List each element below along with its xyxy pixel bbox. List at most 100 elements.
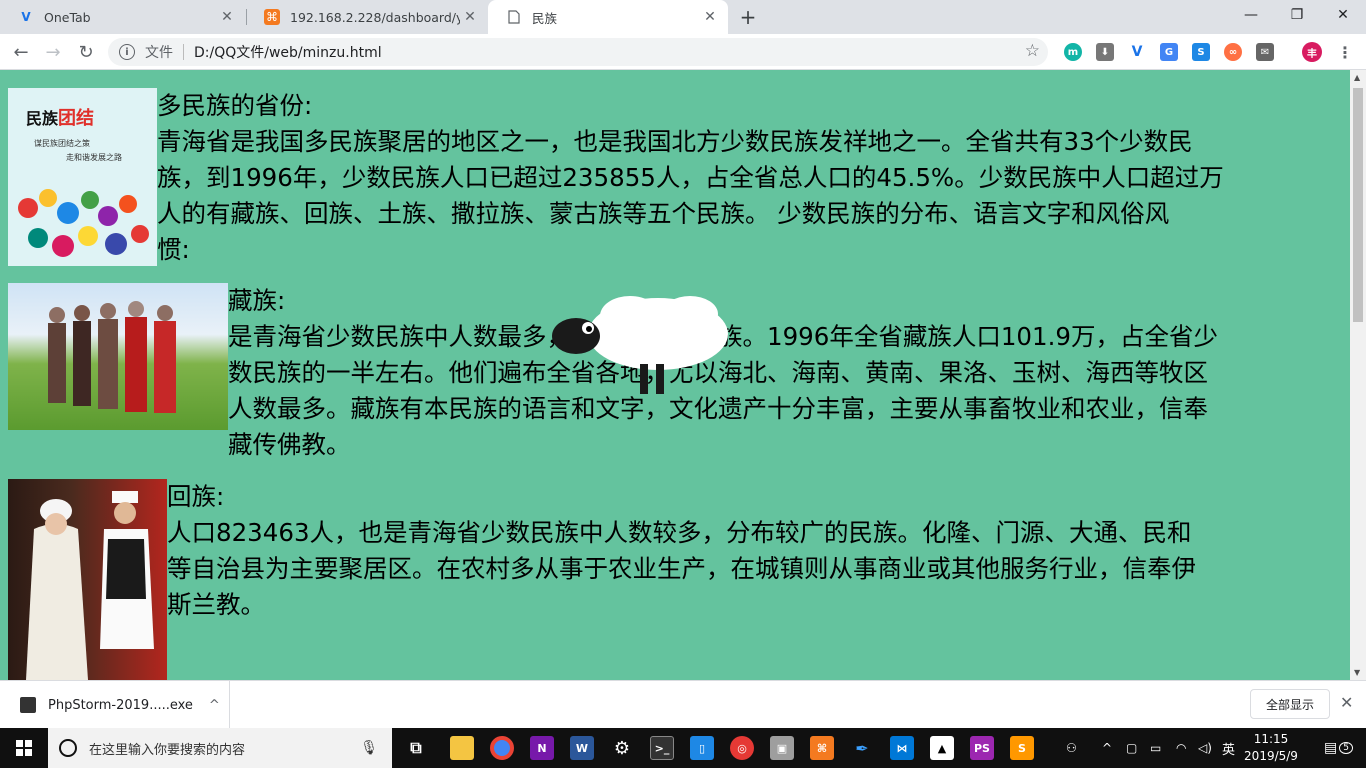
close-icon[interactable]: ✕ bbox=[217, 9, 237, 25]
tab-title: 192.168.2.228/dashboard/yan_ bbox=[290, 9, 460, 25]
page-scrollbar[interactable]: ▲ ▼ bbox=[1350, 70, 1366, 680]
taskbar-search[interactable]: 在这里输入你要搜索的内容 🎙 bbox=[48, 728, 392, 768]
xampp-taskbar-icon[interactable]: ⌘ bbox=[810, 736, 834, 760]
close-icon[interactable]: ✕ bbox=[460, 9, 480, 25]
task-view-icon[interactable]: ⧉ bbox=[404, 736, 428, 760]
poster-title: 民族 bbox=[26, 109, 59, 128]
sheep-overlay-image bbox=[552, 296, 728, 394]
scroll-down-icon[interactable]: ▼ bbox=[1354, 668, 1360, 677]
search-placeholder: 在这里输入你要搜索的内容 bbox=[89, 742, 246, 758]
body-line: 等自治县为主要聚居区。在农村多从事于农业生产，在城镇则从事商业或其他服务行业，信… bbox=[167, 554, 1196, 583]
body-line: 人的有藏族、回族、土族、撒拉族、蒙古族等五个民族。 少数民族的分布、语言文字和风… bbox=[157, 199, 1170, 228]
file-explorer-icon[interactable] bbox=[450, 736, 474, 760]
poster-title-red: 团结 bbox=[58, 108, 95, 129]
menu-icon[interactable]: ⋮ bbox=[1336, 43, 1354, 62]
new-tab-button[interactable]: + bbox=[737, 5, 759, 29]
maximize-button[interactable]: ❐ bbox=[1274, 0, 1320, 30]
profile-avatar[interactable]: 丰 bbox=[1302, 42, 1322, 62]
scroll-up-icon[interactable]: ▲ bbox=[1354, 73, 1360, 82]
cortana-icon bbox=[59, 739, 77, 757]
loop-extension-icon[interactable]: ∞ bbox=[1224, 43, 1242, 61]
body-line: 惯: bbox=[157, 235, 190, 264]
chrome-icon[interactable] bbox=[490, 736, 514, 760]
show-all-button[interactable]: 全部显示 bbox=[1250, 689, 1330, 719]
tab-dashboard[interactable]: ⌘ 192.168.2.228/dashboard/yan_ ✕ bbox=[246, 0, 488, 34]
body-line: 族，到1996年，少数民族人口已超过235855人，占全省总人口的45.5%。少… bbox=[157, 163, 1224, 192]
volume-icon[interactable]: ◁) bbox=[1198, 728, 1212, 768]
onetab-extension-icon[interactable]: V bbox=[1128, 43, 1146, 61]
url-text[interactable]: D:/QQ文件/web/minzu.html bbox=[194, 42, 382, 62]
chevron-up-icon[interactable]: ^ bbox=[209, 698, 220, 713]
forward-button[interactable]: → bbox=[41, 40, 65, 64]
clock-time: 11:15 bbox=[1253, 732, 1289, 746]
close-icon[interactable]: ✕ bbox=[700, 9, 720, 25]
scroll-thumb[interactable] bbox=[1353, 88, 1363, 322]
word-icon[interactable]: W bbox=[570, 736, 594, 760]
body-line: 人口823463人，也是青海省少数民族中人数较多，分布较广的民族。化隆、门源、大… bbox=[167, 518, 1192, 547]
body-line: 青海省是我国多民族聚居的地区之一，也是我国北方少数民族发祥地之一。全省共有33个… bbox=[157, 127, 1193, 156]
tab-minzu[interactable]: 民族 ✕ bbox=[488, 0, 728, 34]
window-close-button[interactable]: ✕ bbox=[1320, 0, 1366, 30]
onenote-icon[interactable]: N bbox=[530, 736, 554, 760]
notification-count: 5 bbox=[1339, 742, 1353, 754]
translate-extension-icon[interactable]: G bbox=[1160, 43, 1178, 61]
notification-center-icon[interactable]: ▤ 5 bbox=[1324, 728, 1353, 768]
netease-music-icon[interactable]: ◎ bbox=[730, 736, 754, 760]
xampp-icon: ⌘ bbox=[264, 9, 280, 25]
battery-icon[interactable]: ▭ bbox=[1150, 728, 1161, 768]
sublime-icon[interactable]: S bbox=[1010, 736, 1034, 760]
start-button[interactable] bbox=[0, 728, 48, 768]
minimize-button[interactable]: — bbox=[1228, 0, 1274, 30]
download-item[interactable]: PhpStorm-2019.....exe ^ bbox=[0, 681, 230, 729]
hui-people-image bbox=[8, 479, 167, 680]
poster-line-1: 谋民族团结之策 bbox=[34, 139, 90, 148]
mail-extension-icon[interactable]: ✉ bbox=[1256, 43, 1274, 61]
browser-toolbar: ← → ↻ i 文件 D:/QQ文件/web/minzu.html ☆ m ⬇ … bbox=[0, 34, 1366, 70]
screenshot-extension-icon[interactable]: S bbox=[1192, 43, 1210, 61]
phpstorm-icon[interactable]: PS bbox=[970, 736, 994, 760]
close-shelf-icon[interactable]: ✕ bbox=[1340, 693, 1353, 712]
phone-icon[interactable]: ▯ bbox=[690, 736, 714, 760]
download-filename: PhpStorm-2019.....exe bbox=[48, 697, 193, 713]
reload-button[interactable]: ↻ bbox=[74, 40, 98, 64]
tab-title: OneTab bbox=[44, 9, 91, 25]
page-content: 民族团结 谋民族团结之策 走和谐发展之路 多民族的省份: 青海省是我国多民族聚居… bbox=[0, 70, 1350, 680]
back-button[interactable]: ← bbox=[9, 40, 33, 64]
page-icon bbox=[506, 9, 522, 25]
tab-strip: V OneTab ✕ ⌘ 192.168.2.228/dashboard/yan… bbox=[0, 0, 1366, 34]
wifi-icon[interactable]: ◠ bbox=[1176, 728, 1186, 768]
microphone-icon[interactable]: 🎙 bbox=[360, 740, 378, 756]
terminal-icon[interactable]: >_ bbox=[650, 736, 674, 760]
tray-expand-icon[interactable]: ^ bbox=[1102, 728, 1112, 768]
onetab-icon: V bbox=[21, 10, 31, 24]
photos-icon[interactable]: ▲ bbox=[930, 736, 954, 760]
section-heading: 回族: bbox=[167, 482, 225, 511]
bookmark-star-icon[interactable]: ☆ bbox=[1025, 41, 1040, 61]
unity-poster-image: 民族团结 谋民族团结之策 走和谐发展之路 bbox=[8, 88, 157, 266]
body-line: 斯兰教。 bbox=[167, 590, 265, 619]
settings-icon[interactable]: ⚙ bbox=[610, 736, 634, 760]
windows-taskbar: 在这里输入你要搜索的内容 🎙 ⧉ N W ⚙ >_ ▯ ◎ ▣ ⌘ ✒ ⋈ ▲ … bbox=[0, 728, 1366, 768]
installer-file-icon bbox=[20, 697, 36, 713]
pen-icon[interactable]: ✒ bbox=[850, 736, 874, 760]
windows-icon bbox=[16, 740, 32, 756]
address-bar[interactable]: i 文件 D:/QQ文件/web/minzu.html ☆ bbox=[108, 38, 1048, 66]
info-icon[interactable]: i bbox=[119, 44, 135, 60]
tab-onetab[interactable]: V OneTab ✕ bbox=[0, 0, 245, 34]
download-shelf: PhpStorm-2019.....exe ^ 全部显示 ✕ bbox=[0, 680, 1366, 729]
clock-date: 2019/5/9 bbox=[1244, 749, 1298, 763]
download-extension-icon[interactable]: ⬇ bbox=[1096, 43, 1114, 61]
remote-desktop-icon[interactable]: ▣ bbox=[770, 736, 794, 760]
section-heading: 藏族: bbox=[228, 286, 286, 315]
tab-title: 民族 bbox=[532, 10, 558, 26]
vscode-icon[interactable]: ⋈ bbox=[890, 736, 914, 760]
section-heading: 多民族的省份: bbox=[157, 91, 313, 120]
ime-indicator[interactable]: 英 bbox=[1222, 728, 1235, 768]
extension-m-icon[interactable]: m bbox=[1064, 43, 1082, 61]
taskbar-clock[interactable]: 11:15 2019/5/9 bbox=[1240, 731, 1302, 765]
tray-app-icon[interactable]: ▢ bbox=[1126, 728, 1137, 768]
people-icon[interactable]: ⚇ bbox=[1066, 728, 1077, 768]
tibetan-people-image bbox=[8, 283, 228, 430]
poster-line-2: 走和谐发展之路 bbox=[66, 153, 122, 162]
body-line: 藏传佛教。 bbox=[228, 430, 351, 459]
